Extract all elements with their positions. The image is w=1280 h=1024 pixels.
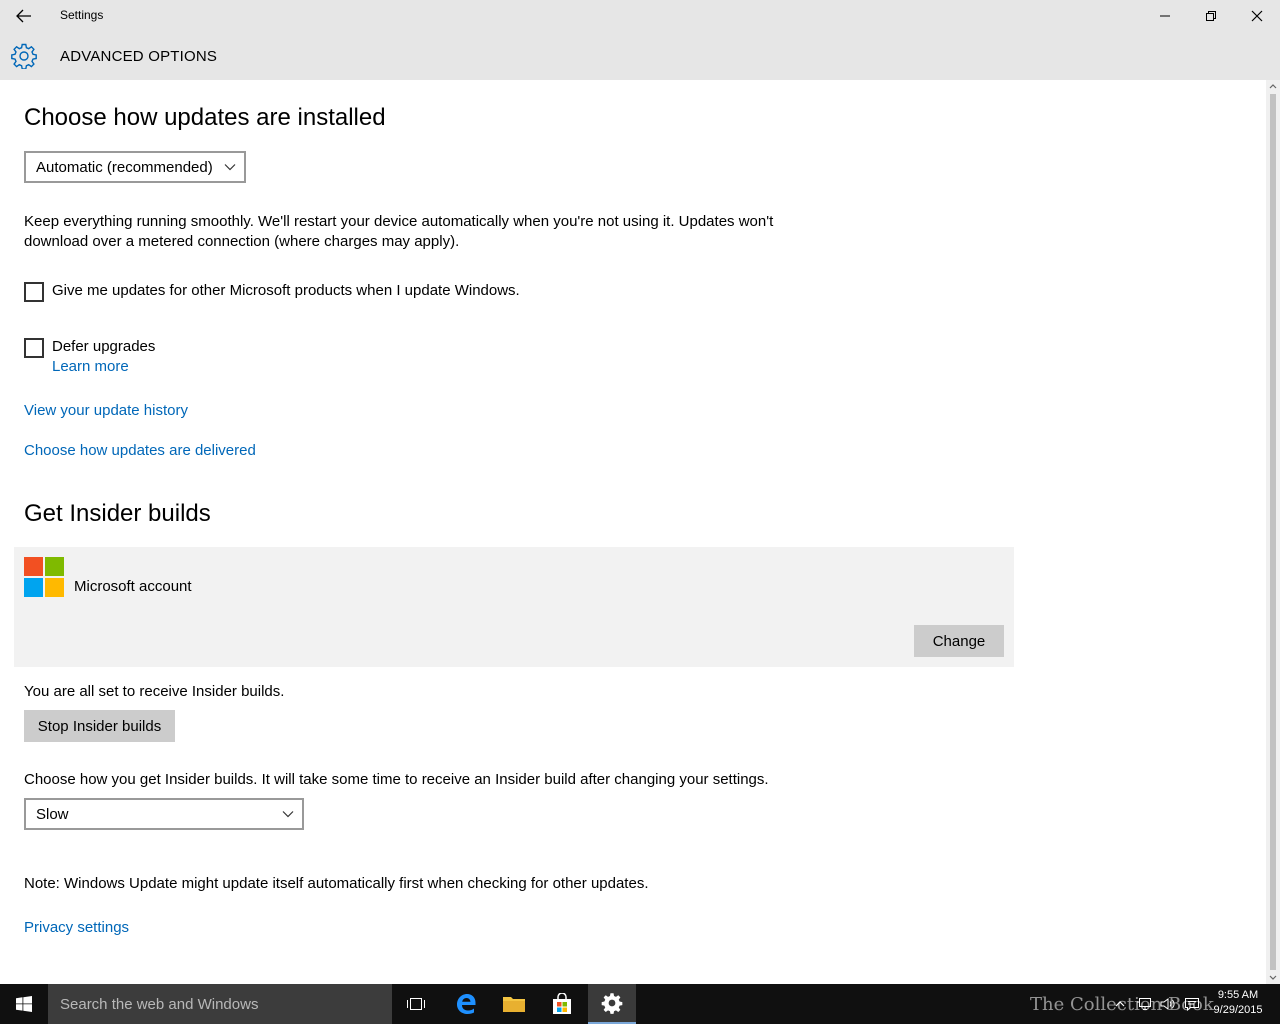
vertical-scrollbar[interactable]: [1266, 80, 1280, 984]
clock-time: 9:55 AM: [1217, 989, 1259, 1001]
task-view-button[interactable]: [392, 984, 440, 1024]
account-card: Microsoft account Change: [14, 547, 1014, 667]
network-tray-button[interactable]: [1132, 984, 1156, 1024]
start-button[interactable]: [0, 984, 48, 1024]
install-mode-value: Automatic (recommended): [36, 158, 213, 176]
restore-button[interactable]: [1188, 0, 1234, 32]
title-bar: Settings: [0, 0, 1280, 32]
other-products-checkbox[interactable]: [24, 282, 44, 302]
settings-content: Choose how updates are installed Automat…: [0, 80, 1266, 984]
file-explorer-button[interactable]: [490, 984, 538, 1024]
edge-browser-button[interactable]: [442, 984, 490, 1024]
install-description: Keep everything running smoothly. We'll …: [24, 212, 824, 252]
update-history-link[interactable]: View your update history: [24, 402, 188, 419]
stop-insider-button[interactable]: Stop Insider builds: [24, 710, 175, 742]
taskbar: Search the web and Windows The Collectio…: [0, 984, 1280, 1024]
learn-more-link[interactable]: Learn more: [52, 358, 129, 375]
task-view-icon: [407, 998, 425, 1010]
description-line: Keep everything running smoothly. We'll …: [24, 213, 774, 230]
action-center-button[interactable]: [1180, 984, 1204, 1024]
page-title: ADVANCED OPTIONS: [60, 48, 218, 65]
privacy-settings-link[interactable]: Privacy settings: [24, 919, 129, 936]
update-delivery-link[interactable]: Choose how updates are delivered: [24, 442, 256, 459]
taskbar-search-input[interactable]: Search the web and Windows: [48, 984, 392, 1024]
updates-heading: Choose how updates are installed: [24, 104, 386, 131]
scrollbar-thumb[interactable]: [1270, 94, 1276, 970]
minimize-button[interactable]: [1142, 0, 1188, 32]
insider-heading: Get Insider builds: [24, 500, 211, 527]
windows-logo-icon: [16, 996, 32, 1012]
settings-taskbar-button[interactable]: [588, 984, 636, 1024]
scroll-up-icon[interactable]: [1269, 82, 1277, 90]
defer-upgrades-label: Defer upgrades: [52, 338, 156, 355]
description-line: download over a metered connection (wher…: [24, 233, 460, 250]
minimize-icon: [1160, 15, 1170, 17]
scroll-down-icon[interactable]: [1269, 974, 1277, 982]
other-products-label: Give me updates for other Microsoft prod…: [52, 282, 520, 299]
back-button[interactable]: [8, 4, 40, 28]
close-icon: [1251, 10, 1263, 22]
chevron-down-icon: [282, 811, 294, 818]
show-hidden-icons-button[interactable]: [1108, 984, 1132, 1024]
restore-icon: [1206, 11, 1216, 21]
install-mode-dropdown[interactable]: Automatic (recommended): [24, 151, 246, 183]
microsoft-logo-icon: [24, 557, 64, 597]
volume-tray-button[interactable]: [1156, 984, 1180, 1024]
defer-upgrades-checkbox[interactable]: [24, 338, 44, 358]
volume-icon: [1160, 998, 1175, 1010]
gear-icon: [11, 43, 37, 69]
change-account-button[interactable]: Change: [914, 625, 1004, 657]
close-button[interactable]: [1234, 0, 1280, 32]
insider-ring-value: Slow: [36, 805, 69, 823]
insider-ring-dropdown[interactable]: Slow: [24, 798, 304, 830]
gear-icon: [601, 993, 623, 1014]
system-clock[interactable]: 9:55 AM 9/29/2015: [1206, 988, 1270, 1018]
account-label: Microsoft account: [74, 578, 192, 595]
clock-date: 9/29/2015: [1213, 1004, 1263, 1016]
network-icon: [1137, 998, 1151, 1010]
update-note: Note: Windows Update might update itself…: [24, 875, 649, 892]
chevron-down-icon: [224, 164, 236, 171]
store-button[interactable]: [538, 984, 586, 1024]
app-title: Settings: [60, 8, 104, 22]
back-arrow-icon: [16, 9, 31, 23]
page-header: ADVANCED OPTIONS: [0, 32, 1280, 80]
chevron-up-icon: [1115, 1001, 1125, 1007]
edge-icon: [457, 994, 476, 1014]
insider-status: You are all set to receive Insider build…: [24, 683, 285, 700]
insider-ring-description: Choose how you get Insider builds. It wi…: [24, 771, 769, 788]
notification-icon: [1185, 998, 1199, 1011]
store-icon: [553, 993, 571, 1014]
folder-icon: [503, 997, 525, 1012]
